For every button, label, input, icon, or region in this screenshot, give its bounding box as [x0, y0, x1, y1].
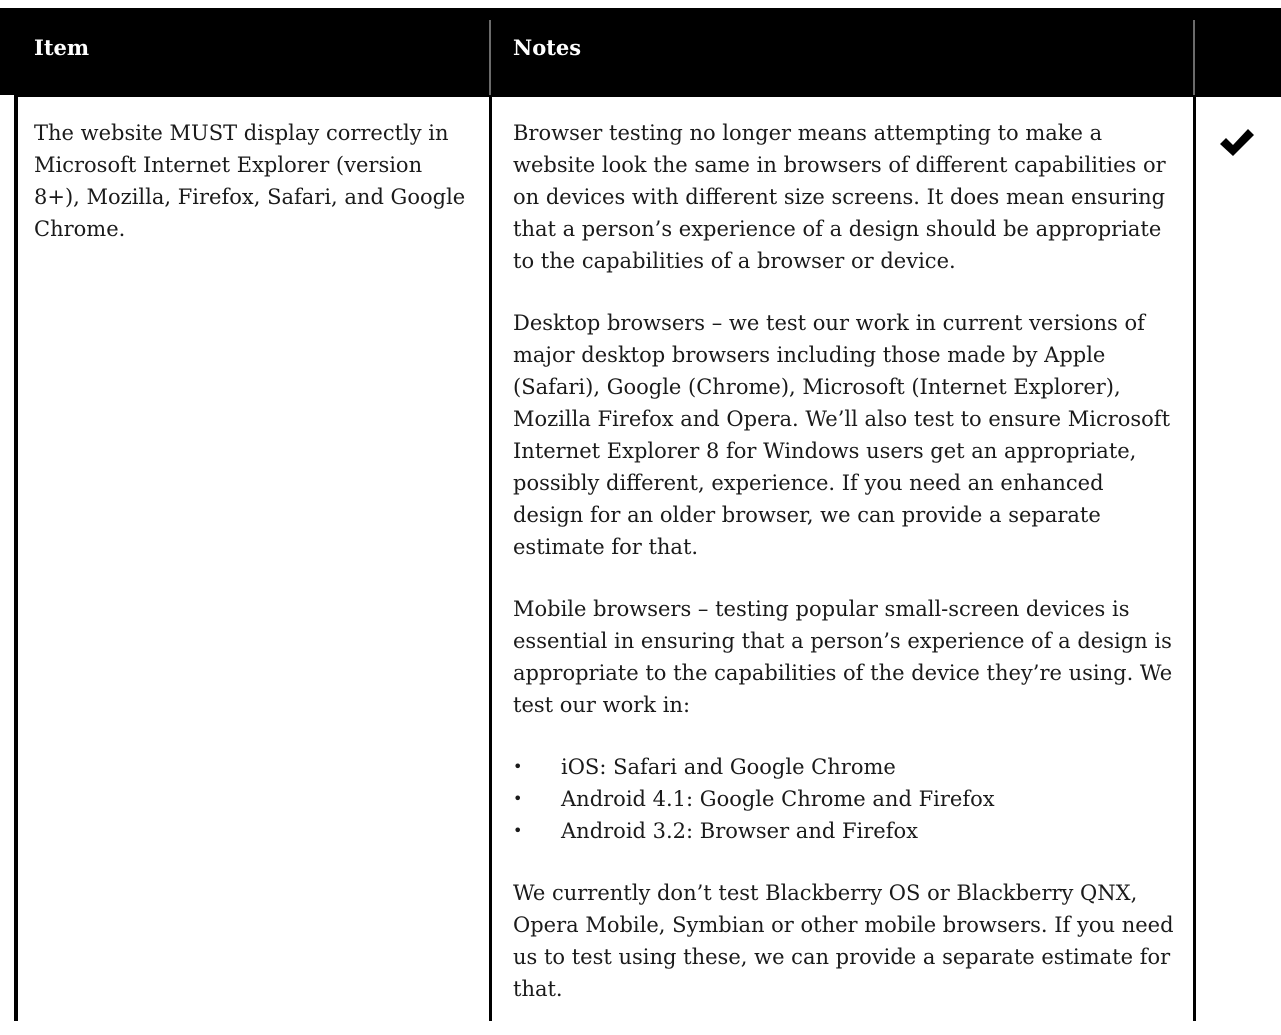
list-item-text: Android 4.1: Google Chrome and Firefox: [561, 787, 995, 811]
requirements-table: Item Notes The website MUST display corr…: [0, 0, 1281, 1021]
list-item-text: iOS: Safari and Google Chrome: [561, 755, 896, 779]
browser-list: • iOS: Safari and Google Chrome • Android …: [513, 751, 1178, 847]
list-item-text: Android 3.2: Browser and Firefox: [561, 819, 918, 843]
bullet: •: [513, 789, 523, 808]
checkmark-icon: [1220, 129, 1254, 156]
bullet: •: [513, 821, 523, 840]
table-cell-item: The website MUST display correctly in Mi…: [34, 121, 466, 241]
notes-paragraph: Browser testing no longer means attempti…: [513, 121, 1166, 273]
table-cell-notes: Browser testing no longer means attempti…: [513, 117, 1178, 1035]
notes-paragraph: Desktop browsers – we test our work in c…: [513, 311, 1171, 559]
list-item: • iOS: Safari and Google Chrome: [513, 751, 1178, 783]
header-divider: [1193, 20, 1195, 95]
bullet: •: [513, 757, 523, 776]
header-divider: [489, 20, 491, 95]
column-divider: [489, 95, 492, 1021]
column-header-notes: Notes: [513, 35, 582, 60]
column-header-item: Item: [34, 35, 90, 60]
header-bottom-border: [14, 95, 1281, 97]
table-header: Item Notes: [0, 8, 1281, 95]
notes-paragraph: Mobile browsers – testing popular small-…: [513, 597, 1173, 717]
notes-paragraph: We currently don’t test Blackberry OS or…: [513, 881, 1174, 1001]
column-divider: [1193, 95, 1196, 1021]
list-item: • Android 3.2: Browser and Firefox: [513, 815, 1178, 847]
list-item: • Android 4.1: Google Chrome and Firefox: [513, 783, 1178, 815]
table-border-left: [14, 95, 18, 1021]
